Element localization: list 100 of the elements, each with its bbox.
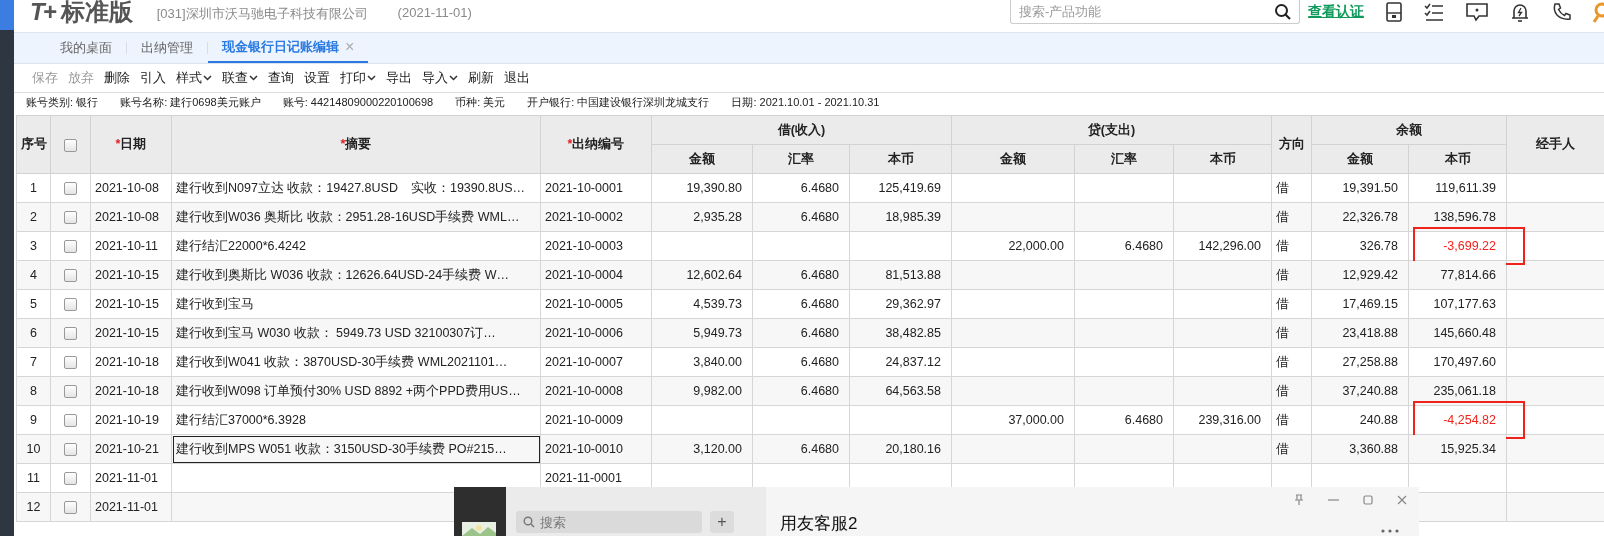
table-cell: 38,482.85 <box>849 318 952 348</box>
table-cell: 6.4680 <box>752 260 850 290</box>
table-cell: 5 <box>16 289 51 319</box>
table-cell: 2021-10-0002 <box>540 202 652 232</box>
account-info: 账号名称: 建行0698美元账户 <box>120 94 261 110</box>
table-cell: 81,513.88 <box>849 260 952 290</box>
toolbar-button[interactable]: 导出 <box>382 69 416 87</box>
table-cell: 建行收到W036 奥斯比 收款：2951.28-16USD手续费 WML… <box>171 202 541 232</box>
table-cell: 18,985.39 <box>849 202 952 232</box>
table-cell: 6.4680 <box>1074 231 1174 261</box>
add-button[interactable]: + <box>710 511 734 533</box>
table-cell: 3,360.88 <box>1311 434 1409 464</box>
column-header: 本币 <box>849 144 952 174</box>
table-cell: 239,316.00 <box>1173 405 1272 435</box>
table-cell: 2021-10-19 <box>90 405 172 435</box>
table-cell: 107,177.63 <box>1408 289 1507 319</box>
table-cell: 2021-11-01 <box>90 463 172 493</box>
table-cell: 3,840.00 <box>651 347 753 377</box>
table-cell: 6.4680 <box>752 318 850 348</box>
table-cell: 6.4680 <box>752 347 850 377</box>
table-cell: 借 <box>1271 289 1312 319</box>
table-cell: 2,935.28 <box>651 202 753 232</box>
column-header: *日期 <box>90 115 172 174</box>
table-cell: 10 <box>16 434 51 464</box>
table-cell: 2021-10-0006 <box>540 318 652 348</box>
table-cell: 2021-10-0009 <box>540 405 652 435</box>
tab[interactable]: 我的桌面 <box>46 33 126 63</box>
table-cell: 2021-10-15 <box>90 318 172 348</box>
table-cell: 77,814.66 <box>1408 260 1507 290</box>
toolbar-button[interactable]: 删除 <box>100 69 134 87</box>
toolbar-button[interactable]: 查询 <box>264 69 298 87</box>
table-cell: 2021-11-01 <box>90 492 172 522</box>
table-cell: 23,418.88 <box>1311 318 1409 348</box>
table-cell: 145,660.48 <box>1408 318 1507 348</box>
column-header: 方向 <box>1271 115 1312 174</box>
toolbar-button[interactable]: 引入 <box>136 69 170 87</box>
table-cell: 24,837.12 <box>849 347 952 377</box>
login-date: (2021-11-01) <box>397 5 472 20</box>
table-cell: 9 <box>16 405 51 435</box>
search-field[interactable]: 搜索-产品功能 <box>1010 0 1300 24</box>
toolbar-button[interactable]: 样式 <box>172 69 216 87</box>
table-cell: 240.88 <box>1311 405 1409 435</box>
table-cell: 8 <box>16 376 51 406</box>
account-info: 日期: 2021.10.01 - 2021.10.31 <box>731 94 880 110</box>
table-cell: 6 <box>16 318 51 348</box>
table-cell: 建行收到宝马 W030 收款： 5949.73 USD 32100307订… <box>171 318 541 348</box>
table-cell: 建行收到N097立达 收款：19427.8USD 实收：19390.8US… <box>171 173 541 203</box>
table-cell: 2021-10-0003 <box>540 231 652 261</box>
table-cell: 建行结汇37000*6.3928 <box>171 405 541 435</box>
table-cell: 2021-10-0007 <box>540 347 652 377</box>
column-header: 本币 <box>1173 144 1272 174</box>
table-cell: 6.4680 <box>752 376 850 406</box>
chat-search-field[interactable]: 搜索 <box>516 511 702 533</box>
table-cell: 2021-10-0005 <box>540 289 652 319</box>
table-cell: 17,469.15 <box>1311 289 1409 319</box>
table-cell: 建行收到宝马 <box>171 289 541 319</box>
column-header: *出纳编号 <box>540 115 652 174</box>
table-cell: 借 <box>1271 231 1312 261</box>
tab[interactable]: 现金银行日记账编辑 × <box>208 33 369 63</box>
table-cell: 建行收到奥斯比 W036 收款：12626.64USD-24手续费 W… <box>171 260 541 290</box>
table-cell: 326.78 <box>1311 231 1409 261</box>
toolbar-button[interactable]: 刷新 <box>464 69 498 87</box>
column-header: *摘要 <box>171 115 541 174</box>
table-cell: 20,180.16 <box>849 434 952 464</box>
table-cell: 借 <box>1271 347 1312 377</box>
table-cell: 12,929.42 <box>1311 260 1409 290</box>
toolbar-button[interactable]: 导入 <box>418 69 462 87</box>
table-cell: 2021-10-18 <box>90 347 172 377</box>
column-group-header: 借(收入) <box>651 115 952 145</box>
column-header: 金额 <box>1311 144 1409 174</box>
table-cell: 借 <box>1271 173 1312 203</box>
account-info: 开户银行: 中国建设银行深圳龙城支行 <box>527 94 710 110</box>
tab[interactable]: 出纳管理 <box>127 33 207 63</box>
edition-title: 标准版 <box>60 0 133 24</box>
table-cell: 7 <box>16 347 51 377</box>
toolbar-button[interactable]: 联查 <box>218 69 262 87</box>
table-cell: 建行收到W041 收款：3870USD-30手续费 WML2021101… <box>171 347 541 377</box>
table-cell: 4 <box>16 260 51 290</box>
table-cell: 37,000.00 <box>951 405 1075 435</box>
table-cell: 2021-10-0010 <box>540 434 652 464</box>
chat-title: 用友客服2 <box>780 513 858 535</box>
column-header: 本币 <box>1408 144 1507 174</box>
table-cell: 6.4680 <box>752 289 850 319</box>
account-info: 账号: 44214809000220100698 <box>282 94 434 110</box>
table-cell: 2021-10-15 <box>90 289 172 319</box>
toolbar-button[interactable]: 退出 <box>500 69 534 87</box>
account-info: 账号类别: 银行 <box>26 94 99 110</box>
table-cell: 6.4680 <box>752 434 850 464</box>
table-cell: 12,602.64 <box>651 260 753 290</box>
table-cell: 2021-10-0004 <box>540 260 652 290</box>
table-cell: 2021-10-11 <box>90 231 172 261</box>
table-cell: 37,240.88 <box>1311 376 1409 406</box>
table-cell: 142,296.00 <box>1173 231 1272 261</box>
table-cell: 170,497.60 <box>1408 347 1507 377</box>
table-cell: 119,611.39 <box>1408 173 1507 203</box>
column-header: 汇率 <box>752 144 850 174</box>
table-cell: 4,539.73 <box>651 289 753 319</box>
toolbar-button[interactable]: 设置 <box>300 69 334 87</box>
toolbar-button[interactable]: 打印 <box>336 69 380 87</box>
verify-link[interactable]: 查看认证 <box>1308 3 1364 21</box>
